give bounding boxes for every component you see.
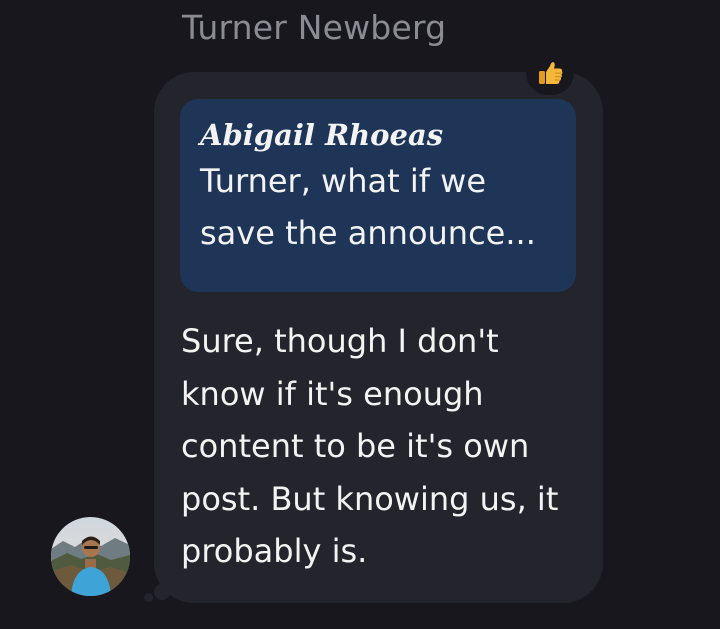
reply-quote-author: Abigail Rhoeas	[200, 118, 444, 152]
sender-name: Turner Newberg	[182, 8, 447, 47]
bubble-tail	[154, 584, 170, 600]
chat-message-view: Turner Newberg Abigail Rhoeas Turner, wh…	[0, 0, 720, 629]
avatar[interactable]	[51, 517, 130, 596]
reply-quote-text: Turner, what if we save the announce...	[200, 162, 536, 252]
message-text: Sure, though I don't know if it's enough…	[181, 322, 559, 570]
reply-quote[interactable]: Abigail Rhoeas Turner, what if we save t…	[180, 99, 576, 292]
bubble-tail-small	[144, 593, 153, 602]
thumbs-up-icon	[530, 55, 570, 91]
reaction-badge[interactable]	[526, 51, 574, 95]
